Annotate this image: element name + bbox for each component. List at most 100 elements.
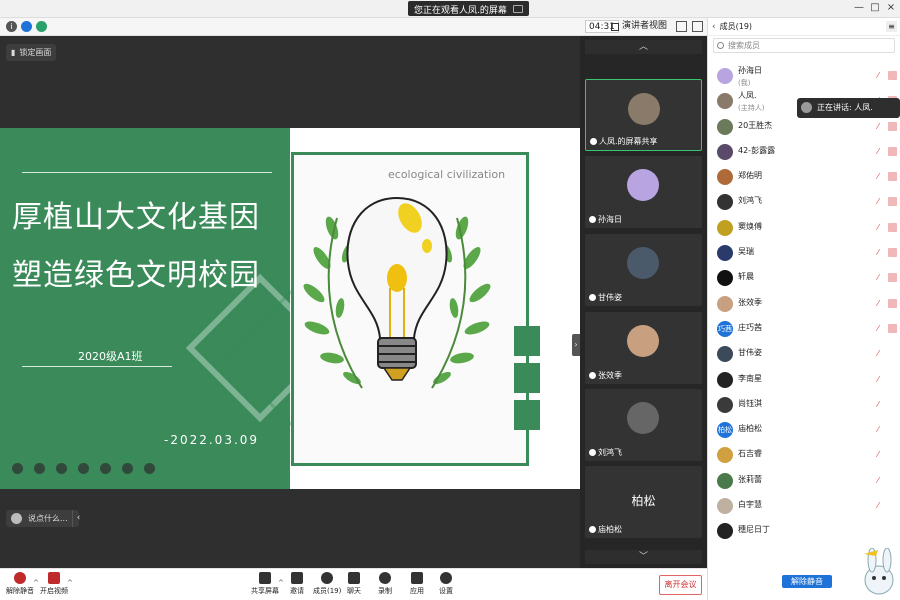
green-block bbox=[514, 363, 540, 393]
mic-muted-icon[interactable]: ⁄ bbox=[874, 400, 882, 409]
shield-icon[interactable] bbox=[21, 21, 32, 32]
mic-muted-icon[interactable]: ⁄ bbox=[874, 273, 882, 282]
thumb-tile[interactable]: 甘伟姿 bbox=[585, 234, 702, 306]
mic-muted-icon[interactable]: ⁄ bbox=[874, 71, 882, 80]
mic-muted-icon bbox=[14, 572, 26, 584]
camera-off-icon[interactable] bbox=[888, 71, 897, 80]
avatar bbox=[627, 325, 659, 357]
mic-muted-icon[interactable]: ⁄ bbox=[874, 375, 882, 384]
panel-menu-button[interactable]: ≡ bbox=[886, 21, 897, 32]
pointer-icon[interactable] bbox=[78, 463, 89, 474]
share-screen-button[interactable]: 共享屏幕 bbox=[251, 572, 279, 596]
mic-muted-icon[interactable]: ⁄ bbox=[874, 425, 882, 434]
thumb-tile[interactable]: 柏松 庙柏松 bbox=[585, 466, 702, 538]
camera-off-icon[interactable] bbox=[888, 248, 897, 258]
member-name: 李南星 bbox=[738, 373, 762, 383]
mic-muted-icon[interactable]: ⁄ bbox=[874, 248, 882, 257]
panel-back-button[interactable]: ‹ bbox=[712, 22, 716, 32]
unmute-all-button[interactable]: 解除静音 bbox=[782, 575, 832, 588]
fullscreen-icon[interactable] bbox=[676, 21, 687, 32]
subtitle-icon[interactable] bbox=[122, 463, 133, 474]
maximize-button[interactable]: □ bbox=[868, 1, 882, 15]
info-icon[interactable]: i bbox=[6, 21, 17, 32]
member-row[interactable]: 窦焕傅 ⁄ bbox=[708, 216, 900, 241]
apps-button[interactable]: 应用 bbox=[410, 572, 424, 596]
prev-slide-icon[interactable] bbox=[12, 463, 23, 474]
video-options-caret[interactable]: ^ bbox=[67, 579, 73, 587]
invite-button[interactable]: 邀请 bbox=[290, 572, 304, 596]
view-mode-selector[interactable]: 演讲者视图 bbox=[611, 20, 667, 33]
close-button[interactable]: × bbox=[884, 1, 898, 15]
member-row[interactable]: 吴瑞 ⁄ bbox=[708, 241, 900, 266]
member-search-input[interactable]: 搜索成员 bbox=[713, 38, 895, 53]
pen-icon[interactable] bbox=[56, 463, 67, 474]
member-row[interactable]: 轩晨 ⁄ bbox=[708, 266, 900, 291]
member-row[interactable]: 白宇慧 ⁄ bbox=[708, 494, 900, 519]
camera-icon[interactable] bbox=[100, 463, 111, 474]
members-button[interactable]: 成员(19) bbox=[313, 572, 341, 596]
camera-off-icon[interactable] bbox=[888, 146, 897, 156]
member-row[interactable]: 20王胜杰 ⁄ bbox=[708, 115, 900, 140]
camera-off-icon[interactable] bbox=[888, 222, 897, 232]
popout-icon[interactable] bbox=[692, 21, 703, 32]
start-video-button[interactable]: 开启视频 bbox=[40, 572, 68, 596]
mic-muted-icon[interactable]: ⁄ bbox=[874, 147, 882, 156]
members-label: 成员(19) bbox=[313, 587, 342, 595]
thumb-tile[interactable]: 张效季 bbox=[585, 312, 702, 384]
member-row[interactable]: 孙海日 (我) ⁄ bbox=[708, 64, 900, 89]
unmute-button[interactable]: 解除静音 bbox=[6, 572, 34, 596]
avatar bbox=[717, 396, 733, 413]
member-row[interactable]: 石吉睿 ⁄ bbox=[708, 443, 900, 468]
mic-muted-icon[interactable]: ⁄ bbox=[874, 324, 882, 333]
leave-meeting-button[interactable]: 离开会议 bbox=[659, 575, 702, 595]
chat-button[interactable]: 聊天 bbox=[347, 572, 361, 596]
member-row[interactable]: 李南星 ⁄ bbox=[708, 368, 900, 393]
thumb-tile[interactable]: 孙海日 bbox=[585, 156, 702, 228]
audio-options-caret[interactable]: ^ bbox=[33, 579, 39, 587]
more-icon[interactable] bbox=[144, 463, 155, 474]
settings-button[interactable]: 设置 bbox=[439, 572, 453, 596]
member-row[interactable]: 穗尼日丁 bbox=[708, 519, 900, 544]
chat-collapse-button[interactable]: ‹ bbox=[72, 510, 84, 527]
mic-muted-icon[interactable]: ⁄ bbox=[874, 349, 882, 358]
minimize-button[interactable]: — bbox=[852, 1, 866, 15]
member-row[interactable]: 张效季 ⁄ bbox=[708, 292, 900, 317]
member-row[interactable]: 刘鸿飞 ⁄ bbox=[708, 190, 900, 215]
camera-off-icon[interactable] bbox=[888, 172, 897, 182]
collapse-thumbs-button[interactable]: › bbox=[572, 334, 580, 356]
thumb-tile[interactable]: 刘鸿飞 bbox=[585, 389, 702, 461]
camera-off-icon[interactable] bbox=[888, 121, 897, 131]
camera-off-icon[interactable] bbox=[888, 323, 897, 333]
mic-muted-icon[interactable]: ⁄ bbox=[874, 197, 882, 206]
mic-muted-icon[interactable]: ⁄ bbox=[874, 450, 882, 459]
share-options-caret[interactable]: ^ bbox=[278, 579, 284, 587]
signal-icon[interactable] bbox=[36, 21, 47, 32]
chat-quick-input[interactable]: 说点什么... ‹ bbox=[6, 510, 80, 527]
mic-muted-icon[interactable]: ⁄ bbox=[874, 501, 882, 510]
member-name: 刘鸿飞 bbox=[738, 196, 762, 206]
mic-muted-icon[interactable]: ⁄ bbox=[874, 299, 882, 308]
mic-muted-icon[interactable]: ⁄ bbox=[874, 223, 882, 232]
banner-window-icon[interactable] bbox=[512, 5, 523, 13]
camera-off-icon[interactable] bbox=[888, 197, 897, 207]
thumbs-scroll-up[interactable]: ︿ bbox=[585, 40, 702, 54]
thumb-tile[interactable]: 人凤.的屏幕共享 bbox=[585, 79, 702, 151]
mic-muted-icon[interactable]: ⁄ bbox=[874, 476, 882, 485]
member-row[interactable]: 42-彭露露 ⁄ bbox=[708, 140, 900, 165]
camera-off-icon[interactable] bbox=[888, 273, 897, 283]
member-row[interactable]: 甘伟姿 ⁄ bbox=[708, 342, 900, 367]
member-row[interactable]: 巧茜 庄巧茜 ⁄ bbox=[708, 317, 900, 342]
member-row[interactable]: 张莉蕾 ⁄ bbox=[708, 469, 900, 494]
mic-muted-icon[interactable]: ⁄ bbox=[874, 122, 882, 131]
chat-placeholder: 说点什么... bbox=[28, 514, 68, 523]
member-row[interactable]: 郑佑明 ⁄ bbox=[708, 165, 900, 190]
record-button[interactable]: 录制 bbox=[378, 572, 392, 596]
member-row[interactable]: 尚钰淇 ⁄ bbox=[708, 393, 900, 418]
mic-muted-icon[interactable]: ⁄ bbox=[874, 172, 882, 181]
thumbs-scroll-down[interactable]: ﹀ bbox=[585, 550, 702, 564]
mic-icon bbox=[589, 216, 596, 223]
member-row[interactable]: 柏松 庙柏松 ⁄ bbox=[708, 418, 900, 443]
play-icon[interactable] bbox=[34, 463, 45, 474]
camera-off-icon[interactable] bbox=[888, 298, 897, 308]
lock-view-button[interactable]: ▮ 锁定画面 bbox=[6, 44, 57, 61]
